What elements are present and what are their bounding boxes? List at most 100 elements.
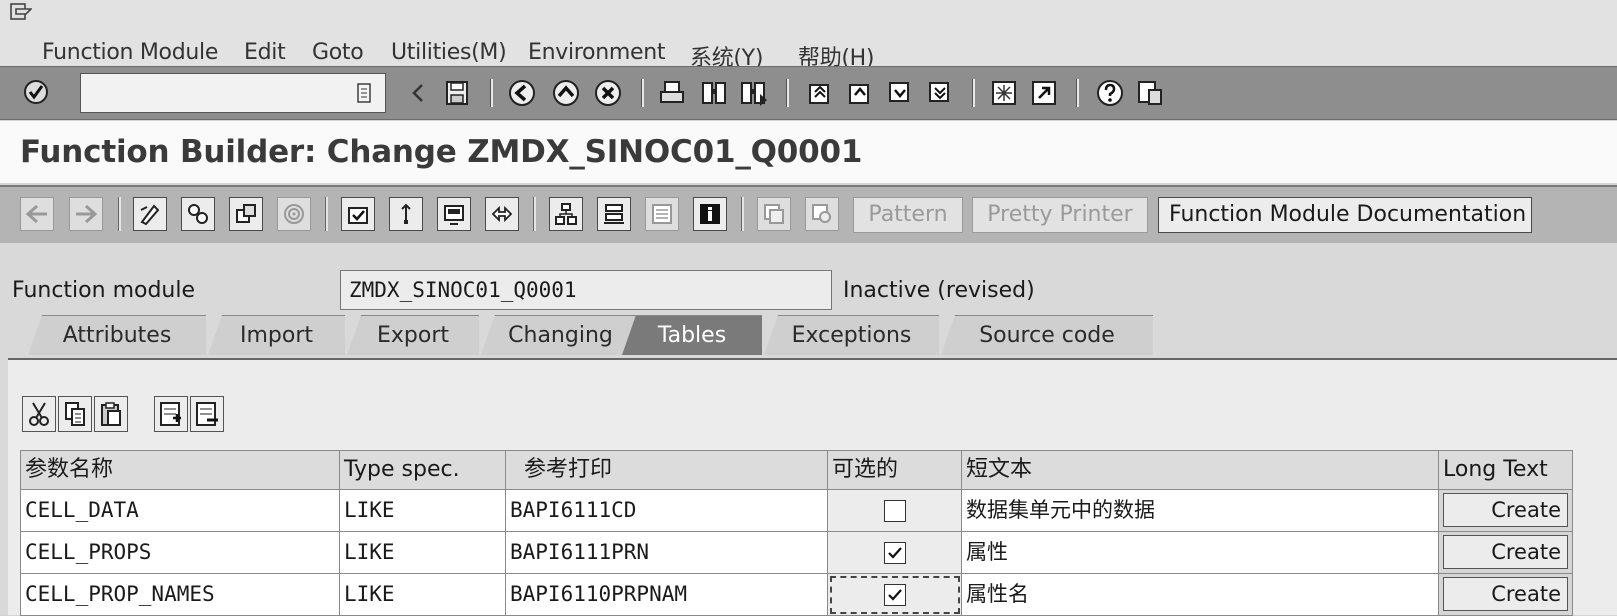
short-text-cell[interactable]: 数据集单元中的数据 (962, 490, 1439, 532)
reference-type-cell[interactable]: BAPI6111CD (506, 490, 828, 532)
function-module-label: Function module (12, 278, 196, 303)
col-header-short-text[interactable]: 短文本 (962, 450, 1439, 490)
create-session-icon[interactable] (990, 79, 1018, 107)
create-long-text-button[interactable]: Create (1443, 493, 1568, 527)
inactive-objects-button[interactable] (597, 197, 631, 231)
reference-type-cell[interactable]: BAPI6110PRPNAM (506, 574, 828, 616)
test-button[interactable] (437, 197, 471, 231)
insert-row-button[interactable] (154, 396, 188, 432)
type-spec-cell[interactable]: LIKE (340, 532, 506, 574)
checkmark-icon (887, 588, 902, 601)
display-change-button[interactable] (133, 197, 167, 231)
command-field[interactable] (80, 73, 386, 113)
tab-tables[interactable]: Tables (622, 315, 762, 355)
optional-cell (828, 532, 962, 574)
command-input[interactable] (85, 77, 339, 109)
checkmark-icon (887, 546, 902, 559)
optional-cell (828, 574, 962, 616)
previous-page-icon[interactable] (846, 79, 874, 107)
find-next-icon[interactable] (740, 79, 768, 107)
tab-exceptions[interactable]: Exceptions (764, 315, 939, 355)
create-long-text-button[interactable]: Create (1443, 577, 1568, 611)
delete-row-button[interactable] (190, 396, 224, 432)
reference-type-cell[interactable]: BAPI6111PRN (506, 532, 828, 574)
cut-button[interactable] (22, 396, 56, 432)
tab-source-code[interactable]: Source code (941, 315, 1153, 355)
pretty-printer-button[interactable]: Pretty Printer (972, 197, 1148, 233)
menu-environment[interactable]: Environment (528, 40, 665, 65)
table-row: CELL_DATA LIKE BAPI6111CD 数据集单元中的数据 Crea… (20, 490, 1617, 532)
col-header-type-spec[interactable]: Type spec. (340, 450, 506, 490)
compare-disabled-button[interactable] (805, 197, 839, 231)
optional-checkbox[interactable] (883, 541, 906, 564)
type-spec-cell[interactable]: LIKE (340, 490, 506, 532)
stack-disabled-button[interactable] (757, 197, 791, 231)
info-button[interactable] (693, 197, 727, 231)
table-row: CELL_PROP_NAMES LIKE BAPI6110PRPNAM 属性名 … (20, 574, 1617, 616)
paste-button[interactable] (94, 396, 128, 432)
where-used-button[interactable] (277, 197, 311, 231)
menu-edit[interactable]: Edit (244, 40, 286, 65)
last-page-icon[interactable] (926, 79, 954, 107)
pattern-button[interactable]: Pattern (853, 197, 963, 233)
list-view-button[interactable] (645, 197, 679, 231)
tab-strip: Attributes Import Export Changing Tables… (28, 311, 1428, 357)
tab-import[interactable]: Import (208, 315, 345, 355)
print-icon[interactable] (658, 79, 686, 107)
exit-icon[interactable] (552, 79, 580, 107)
find-icon[interactable] (700, 79, 728, 107)
save-icon[interactable] (443, 79, 471, 107)
system-menu-icon[interactable] (10, 3, 32, 21)
type-spec-cell[interactable]: LIKE (340, 574, 506, 616)
parameter-name-cell[interactable]: CELL_DATA (20, 490, 340, 532)
menu-function-module[interactable]: Function Module (42, 40, 218, 65)
short-text-cell[interactable]: 属性 (962, 532, 1439, 574)
col-header-reference[interactable]: 参考打印 (506, 450, 828, 490)
back-icon[interactable] (508, 79, 536, 107)
other-object-button[interactable] (181, 197, 215, 231)
col-header-long-text[interactable]: Long Text (1439, 450, 1573, 490)
activate-button[interactable] (389, 197, 423, 231)
menu-bar: Function Module Edit Goto Utilities(M) E… (0, 36, 1617, 71)
cancel-icon[interactable] (594, 79, 622, 107)
enter-check-icon[interactable] (22, 78, 50, 106)
status-text: Inactive (revised) (843, 278, 1035, 303)
create-long-text-button[interactable]: Create (1443, 535, 1568, 569)
tab-export[interactable]: Export (347, 315, 479, 355)
col-header-parameter-name[interactable]: 参数名称 (20, 450, 340, 490)
display-object-list-button[interactable] (485, 197, 519, 231)
shortcut-icon[interactable] (1030, 79, 1058, 107)
optional-checkbox[interactable] (883, 583, 906, 606)
check-syntax-button[interactable] (341, 197, 375, 231)
tab-attributes[interactable]: Attributes (28, 315, 206, 355)
help-icon[interactable] (1096, 79, 1124, 107)
first-page-icon[interactable] (806, 79, 834, 107)
parameter-name-cell[interactable]: CELL_PROPS (20, 532, 340, 574)
window-title-strip (0, 0, 1617, 36)
layout-menu-icon[interactable] (1136, 79, 1164, 107)
function-module-field[interactable]: ZMDX_SINOC01_Q0001 (340, 270, 832, 310)
table-row: CELL_PROPS LIKE BAPI6111PRN 属性 Create (20, 532, 1617, 574)
next-page-icon[interactable] (886, 79, 914, 107)
menu-goto[interactable]: Goto (312, 40, 364, 65)
active-inactive-button[interactable] (229, 197, 263, 231)
standard-toolbar (0, 66, 1617, 120)
col-header-optional[interactable]: 可选的 (828, 450, 962, 490)
copy-button[interactable] (58, 396, 92, 432)
short-text-cell[interactable]: 属性名 (962, 574, 1439, 616)
collapse-arrow-icon[interactable] (404, 79, 432, 107)
optional-cell (828, 490, 962, 532)
parameter-name-cell[interactable]: CELL_PROP_NAMES (20, 574, 340, 616)
tab-changing[interactable]: Changing (481, 315, 640, 355)
forward-arrow-button[interactable] (69, 197, 103, 231)
function-module-documentation-button[interactable]: Function Module Documentation (1158, 197, 1532, 233)
optional-checkbox[interactable] (883, 499, 906, 522)
application-toolbar: Pattern Pretty Printer Function Module D… (0, 185, 1617, 243)
navigation-window-button[interactable] (549, 197, 583, 231)
back-arrow-button[interactable] (20, 197, 54, 231)
tables-panel: 参数名称 Type spec. 参考打印 可选的 短文本 Long Text C… (8, 358, 1617, 616)
menu-utilities[interactable]: Utilities(M) (391, 40, 507, 65)
history-dropdown-icon[interactable] (357, 83, 371, 107)
table-header-row: 参数名称 Type spec. 参考打印 可选的 短文本 Long Text (20, 450, 1617, 490)
long-text-cell: Create (1439, 532, 1573, 574)
